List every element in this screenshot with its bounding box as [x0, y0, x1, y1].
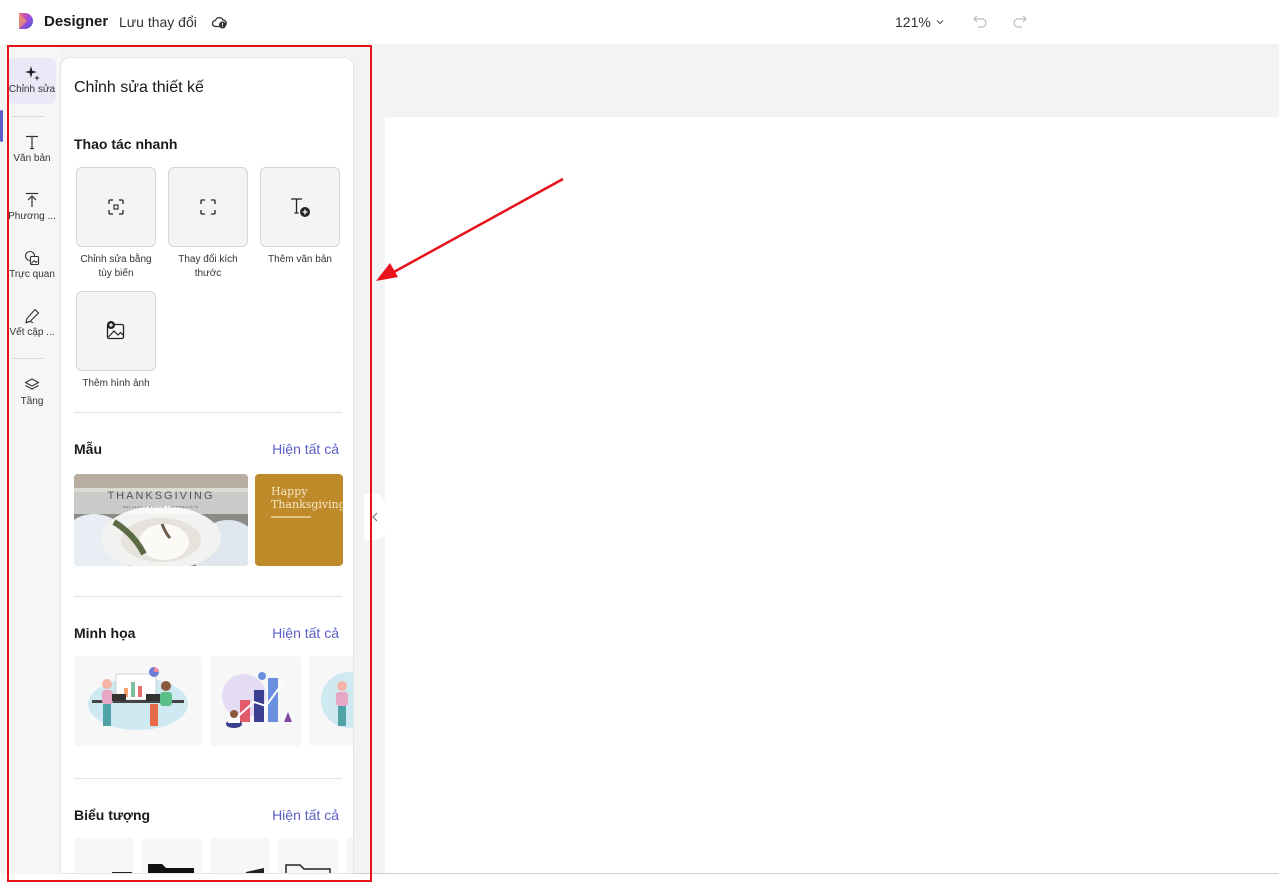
undo-icon[interactable]: [972, 13, 988, 29]
zoom-level: 121%: [895, 14, 931, 30]
annotation-highlight-box: [7, 45, 372, 882]
save-status: Lưu thay đổi: [119, 14, 197, 30]
app-name: Designer: [44, 13, 109, 30]
top-bar: Designer Lưu thay đổi 121%: [0, 0, 1279, 44]
chevron-down-icon: [936, 20, 944, 25]
zoom-dropdown[interactable]: 121%: [895, 14, 945, 30]
rail-active-indicator: [0, 110, 3, 142]
annotation-arrow-icon: [376, 177, 564, 281]
designer-logo-icon: [19, 13, 33, 29]
redo-icon[interactable]: [1012, 13, 1028, 29]
cloud-status-icon[interactable]: [211, 14, 227, 30]
